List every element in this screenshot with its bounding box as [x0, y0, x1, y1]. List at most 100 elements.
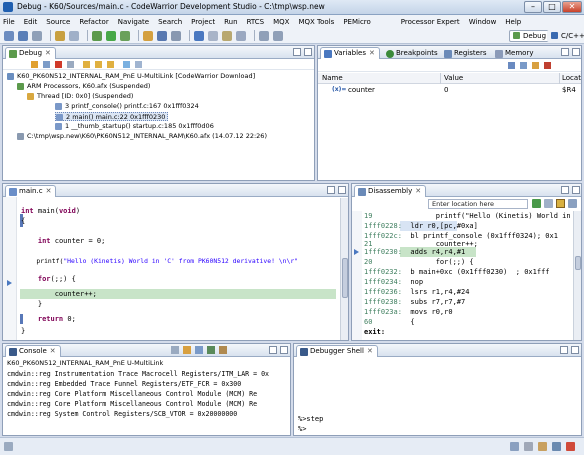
minimize-view-icon[interactable] — [269, 346, 277, 354]
close-icon[interactable]: ✕ — [367, 347, 373, 355]
disconnect-icon[interactable] — [67, 61, 74, 68]
menu-project[interactable]: Project — [191, 18, 215, 26]
maximize-button[interactable]: □ — [543, 1, 561, 13]
menu-rtcs[interactable]: RTCS — [247, 18, 265, 26]
save-all-icon[interactable] — [32, 30, 42, 41]
search-icon[interactable] — [222, 30, 232, 41]
column-value[interactable]: Value — [444, 74, 463, 82]
view-menu-icon[interactable] — [568, 199, 577, 208]
forward-icon[interactable] — [273, 30, 283, 41]
minimize-button[interactable]: – — [524, 1, 542, 13]
menu-mqx[interactable]: MQX — [273, 18, 289, 26]
maximize-view-icon[interactable] — [571, 346, 579, 354]
menu-run[interactable]: Run — [224, 18, 237, 26]
status-icon[interactable] — [552, 442, 561, 451]
debug-icon[interactable] — [92, 30, 102, 41]
settings-icon[interactable] — [69, 30, 79, 41]
back-icon[interactable] — [259, 30, 269, 41]
editor-gutter[interactable] — [3, 197, 17, 340]
tab-memory[interactable]: Memory — [491, 47, 538, 59]
status-icon[interactable] — [524, 442, 533, 451]
menu-window[interactable]: Window — [469, 18, 497, 26]
minimize-view-icon[interactable] — [560, 346, 568, 354]
terminate-icon[interactable] — [55, 61, 62, 68]
close-button[interactable]: ✕ — [562, 1, 582, 13]
annotation-icon[interactable] — [236, 30, 246, 41]
menu-pemicro[interactable]: PEMicro — [343, 18, 370, 26]
perspective-cc-button[interactable]: C/C++ — [547, 30, 584, 42]
scrollbar-thumb[interactable] — [575, 256, 581, 270]
memory-icon[interactable] — [171, 30, 181, 41]
minimize-view-icon[interactable] — [293, 48, 301, 56]
tree-thread[interactable]: Thread [ID: 0x0] (Suspended) — [27, 92, 133, 101]
remove-variable-icon[interactable] — [544, 62, 551, 69]
tree-frame-3[interactable]: 3 printf_console() printf.c:167 0x1fff03… — [55, 102, 199, 111]
menu-edit[interactable]: Edit — [24, 18, 38, 26]
source-toggle-icon[interactable] — [556, 199, 565, 208]
tab-disassembly[interactable]: Disassembly ✕ — [354, 185, 427, 197]
instruction-step-icon[interactable] — [135, 61, 142, 68]
tree-frame-2[interactable]: 2 main() main.c:22 0x1fff0230 — [55, 112, 169, 121]
editor-scrollbar[interactable] — [340, 198, 348, 340]
tree-launch[interactable]: K60_PK60N512_INTERNAL_RAM_PnE U-MultiLin… — [7, 72, 255, 81]
column-name[interactable]: Name — [322, 74, 343, 82]
reset-icon[interactable] — [123, 61, 130, 68]
menu-search[interactable]: Search — [158, 18, 182, 26]
step-into-icon[interactable] — [83, 61, 90, 68]
tab-registers[interactable]: Registers — [440, 47, 491, 59]
disassembly-scrollbar[interactable] — [573, 211, 581, 340]
external-tools-icon[interactable] — [120, 30, 130, 41]
maximize-view-icon[interactable] — [572, 186, 580, 194]
scrollbar-thumb[interactable] — [342, 258, 348, 298]
tab-variables[interactable]: Variables ✕ — [320, 47, 380, 59]
maximize-view-icon[interactable] — [572, 48, 580, 56]
menu-refactor[interactable]: Refactor — [79, 18, 108, 26]
menu-file[interactable]: File — [3, 18, 15, 26]
target-icon[interactable] — [157, 30, 167, 41]
column-location[interactable]: Locat — [562, 74, 581, 82]
maximize-view-icon[interactable] — [280, 346, 288, 354]
go-icon[interactable] — [532, 199, 541, 208]
tab-breakpoints[interactable]: Breakpoints — [382, 47, 443, 59]
tree-processor[interactable]: ARM Processors, K60.afx (Suspended) — [17, 82, 150, 91]
minimize-view-icon[interactable] — [561, 186, 569, 194]
new-icon[interactable] — [4, 30, 14, 41]
disassembly-gutter[interactable] — [352, 211, 362, 340]
maximize-view-icon[interactable] — [338, 186, 346, 194]
pin-console-icon[interactable] — [195, 346, 203, 354]
save-icon[interactable] — [18, 30, 28, 41]
step-over-icon[interactable] — [95, 61, 102, 68]
suspend-icon[interactable] — [43, 61, 50, 68]
tree-frame-1[interactable]: 1 __thumb_startup() startup.c:185 0x1fff… — [55, 122, 214, 131]
tab-main-c[interactable]: main.c ✕ — [5, 185, 57, 197]
clear-console-icon[interactable] — [171, 346, 179, 354]
minimize-view-icon[interactable] — [561, 48, 569, 56]
add-variable-icon[interactable] — [532, 62, 539, 69]
menu-source[interactable]: Source — [46, 18, 70, 26]
close-icon[interactable]: ✕ — [46, 187, 52, 195]
shell-prompt[interactable]: %> — [298, 424, 306, 434]
fast-view-icon[interactable] — [4, 442, 13, 451]
link-icon[interactable] — [544, 199, 553, 208]
close-icon[interactable]: ✕ — [50, 347, 56, 355]
menu-navigate[interactable]: Navigate — [118, 18, 149, 26]
tab-debug[interactable]: Debug ✕ — [5, 47, 56, 59]
display-console-icon[interactable] — [207, 346, 215, 354]
step-return-icon[interactable] — [107, 61, 114, 68]
maximize-view-icon[interactable] — [304, 48, 312, 56]
variable-value[interactable]: 0 — [444, 86, 448, 94]
close-icon[interactable]: ✕ — [45, 49, 51, 57]
menu-mqx-tools[interactable]: MQX Tools — [298, 18, 334, 26]
tab-console[interactable]: Console ✕ — [5, 345, 61, 357]
show-types-icon[interactable] — [508, 62, 515, 69]
tab-debugger-shell[interactable]: Debugger Shell ✕ — [296, 345, 378, 357]
status-icon[interactable] — [538, 442, 547, 451]
resume-icon[interactable] — [31, 61, 38, 68]
menu-help[interactable]: Help — [505, 18, 521, 26]
minimize-view-icon[interactable] — [327, 186, 335, 194]
tree-binary[interactable]: C:\tmp\wsp.new\K60\PK60N512_INTERNAL_RAM… — [17, 132, 267, 141]
collapse-all-icon[interactable] — [520, 62, 527, 69]
perspective-debug-button[interactable]: Debug — [509, 30, 551, 42]
menu-processor-expert[interactable]: Processor Expert — [401, 18, 460, 26]
status-icon[interactable] — [510, 442, 519, 451]
